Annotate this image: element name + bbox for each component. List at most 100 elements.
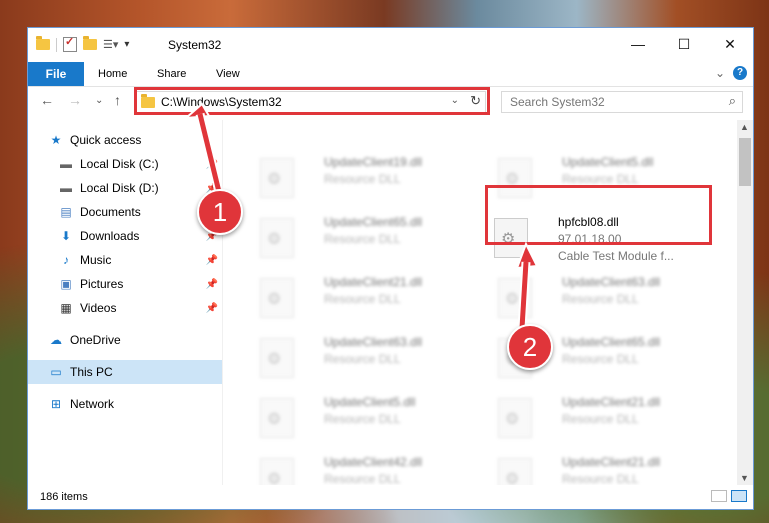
sidebar-item[interactable]: ▭ This PC [28, 360, 222, 384]
recent-locations-button[interactable]: ⌄ [95, 95, 103, 106]
tiles-view-icon[interactable] [731, 490, 747, 502]
tab-share[interactable]: Share [157, 62, 186, 86]
pin-icon[interactable]: 📌 [206, 255, 218, 266]
sidebar-item[interactable]: ★ Quick access [28, 128, 222, 152]
address-highlight-box [134, 87, 490, 115]
sidebar-item[interactable]: ⬇ Downloads 📌 [28, 224, 222, 248]
dll-file-icon [260, 458, 294, 485]
file-name: UpdateClient63.dll [562, 275, 661, 289]
file-name: UpdateClient5.dll [562, 155, 654, 169]
sidebar-item-label: Documents [80, 205, 141, 219]
sidebar-item[interactable]: ▤Documents📌 [28, 200, 222, 224]
file-name: UpdateClient21.dll [562, 455, 661, 469]
dll-file-icon [260, 338, 294, 378]
file-description: Resource DLL [324, 412, 401, 426]
drive-icon: ▬ [60, 157, 72, 171]
scroll-up-icon[interactable]: ▲ [740, 122, 749, 132]
file-description: Cable Test Module f... [558, 249, 674, 263]
file-description: Resource DLL [324, 172, 401, 186]
onedrive-icon: ☁ [50, 333, 62, 347]
sidebar-item[interactable]: ▦ Videos 📌 [28, 296, 222, 320]
sidebar-item-label: OneDrive [70, 333, 121, 347]
pin-icon[interactable]: 📌 [206, 279, 218, 290]
quick-access-toolbar: ☰▾ ▾ [36, 35, 129, 52]
file-name: UpdateClient21.dll [324, 275, 423, 289]
sidebar-item[interactable]: ☁ OneDrive [28, 328, 222, 352]
tab-home[interactable]: Home [98, 62, 127, 86]
file-item[interactable]: UpdateClient65.dll Resource DLL [252, 212, 472, 262]
minimize-button[interactable]: — [615, 28, 661, 60]
file-description: Resource DLL [562, 172, 639, 186]
sidebar-item-label: Videos [80, 301, 117, 315]
file-description: Resource DLL [562, 472, 639, 485]
tab-view[interactable]: View [216, 62, 240, 86]
file-item[interactable]: UpdateClient21.dll Resource DLL [252, 272, 472, 322]
new-folder-icon[interactable] [83, 36, 97, 50]
file-name: UpdateClient5.dll [324, 395, 416, 409]
back-button[interactable]: ← [40, 92, 54, 108]
sidebar-item[interactable]: ⊞ Network [28, 392, 222, 416]
step-badge-1: 1 [197, 189, 243, 235]
file-description: Resource DLL [324, 292, 401, 306]
pin-icon[interactable]: 📌 [206, 159, 218, 170]
dll-file-icon [260, 398, 294, 438]
vertical-scrollbar[interactable]: ▲ ▼ [737, 120, 753, 485]
pictures-icon: ▣ [60, 277, 72, 291]
up-button[interactable]: ↑ [114, 92, 121, 108]
title-bar: ☰▾ ▾ System32 — ☐ ✕ [28, 28, 753, 62]
file-item[interactable]: UpdateClient5.dll Resource DLL [252, 392, 472, 442]
file-name: UpdateClient21.dll [562, 395, 661, 409]
sidebar-item[interactable]: ▬ Local Disk (D:) 📌 [28, 176, 222, 200]
folder-icon[interactable] [36, 36, 50, 50]
ribbon-tabs: File Home Share View ⌄ ? [28, 62, 753, 87]
sidebar-item-label: Pictures [80, 277, 124, 291]
item-count: 186 items [40, 491, 88, 503]
file-description: Resource DLL [562, 292, 639, 306]
search-box[interactable]: ⌕ [501, 91, 743, 113]
search-input[interactable] [508, 94, 717, 110]
scroll-thumb[interactable] [739, 138, 751, 186]
maximize-button[interactable]: ☐ [661, 28, 707, 60]
scroll-down-icon[interactable]: ▼ [740, 473, 749, 483]
dll-file-icon [498, 458, 532, 485]
navigation-pane: ★ Quick access ▬ Local Disk (C:) 📌 ▬ Local Dis… [28, 120, 223, 485]
pin-icon[interactable]: 📌 [206, 303, 218, 314]
customize-toolbar-icon[interactable]: ☰▾ [103, 38, 118, 51]
file-item[interactable]: UpdateClient21.dll Resource DLL [490, 392, 710, 442]
qat-dropdown-icon[interactable]: ▾ [124, 39, 129, 50]
file-name: UpdateClient63.dll [324, 335, 423, 349]
tab-file[interactable]: File [28, 62, 84, 86]
file-list: hpfcbl08.dll 97.01.18.00 Cable Test Modu… [224, 120, 737, 485]
help-icon[interactable]: ? [733, 66, 747, 80]
videos-icon: ▦ [60, 301, 72, 315]
properties-icon[interactable] [63, 35, 77, 52]
details-view-icon[interactable] [711, 490, 727, 502]
dll-file-icon [260, 278, 294, 318]
window-title: System32 [168, 38, 222, 52]
file-item[interactable]: UpdateClient42.dll Resource DLL [252, 452, 472, 485]
file-item[interactable]: UpdateClient21.dll Resource DLL [490, 452, 710, 485]
close-button[interactable]: ✕ [707, 28, 753, 60]
file-item[interactable]: UpdateClient19.dll Resource DLL [252, 152, 472, 202]
network-icon: ⊞ [50, 397, 62, 411]
sidebar-item[interactable]: ▣ Pictures 📌 [28, 272, 222, 296]
chevron-down-icon[interactable]: ⌄ [715, 66, 725, 80]
drive-icon: ▬ [60, 181, 72, 195]
dll-file-icon [498, 398, 532, 438]
file-description: Resource DLL [324, 472, 401, 485]
sidebar-item-label: This PC [70, 365, 113, 379]
dll-file-icon [260, 218, 294, 258]
sidebar-item-label: Network [70, 397, 115, 411]
forward-button[interactable]: → [68, 92, 82, 108]
view-toggle [711, 490, 747, 502]
file-item[interactable]: UpdateClient63.dll Resource DLL [490, 272, 710, 322]
sidebar-item-label: Local Disk (D:) [80, 181, 159, 195]
file-item[interactable]: UpdateClient63.dll Resource DLL [252, 332, 472, 382]
search-icon[interactable]: ⌕ [729, 93, 736, 109]
sidebar-item[interactable]: ♪ Music 📌 [28, 248, 222, 272]
file-explorer-window: ☰▾ ▾ System32 — ☐ ✕ File Home Share View… [27, 27, 754, 510]
sidebar-item[interactable]: ▬ Local Disk (C:) 📌 [28, 152, 222, 176]
downloads-icon: ⬇ [60, 229, 72, 243]
this-pc-icon: ▭ [50, 365, 62, 379]
file-description: Resource DLL [562, 352, 639, 366]
